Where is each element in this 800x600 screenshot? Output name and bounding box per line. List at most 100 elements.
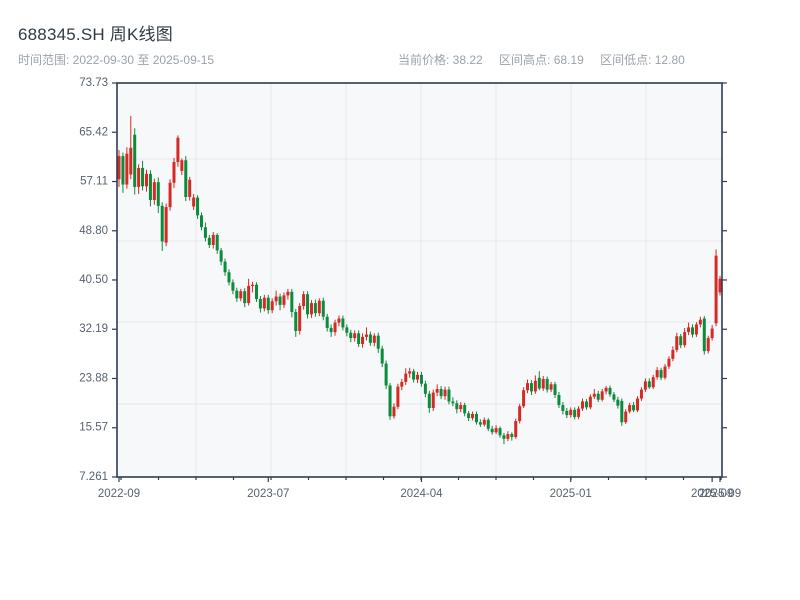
candle	[184, 156, 188, 202]
candle-body	[569, 409, 573, 416]
candle-body	[647, 381, 651, 388]
candle-body	[384, 363, 388, 386]
candle-body	[518, 406, 522, 422]
candle-body	[361, 336, 365, 344]
x-tick-label: 2023-07	[247, 488, 289, 500]
candle-body	[329, 327, 333, 333]
candle-body	[325, 316, 329, 328]
candle-body	[419, 374, 423, 384]
candle-body	[254, 284, 258, 299]
candle-body	[148, 173, 152, 200]
y-tick-label: 57.11	[80, 176, 108, 188]
candle-body	[380, 348, 384, 364]
candle-body	[600, 391, 604, 400]
candle-body	[667, 358, 671, 367]
candle-body	[160, 205, 164, 242]
candle-body	[604, 387, 608, 392]
candle-body	[302, 294, 306, 307]
candle-body	[702, 318, 706, 352]
candle-body	[309, 303, 313, 315]
candle-body	[675, 336, 679, 350]
candle-body	[243, 291, 247, 304]
candle-body	[655, 370, 659, 378]
candle-body	[137, 167, 141, 187]
y-tick-label: 7.261	[79, 471, 108, 483]
candle-body	[294, 311, 298, 331]
candle-body	[439, 389, 443, 397]
candle	[431, 389, 435, 411]
candle	[702, 316, 706, 355]
candle-body	[537, 377, 541, 389]
candle-body	[313, 303, 317, 314]
candle-body	[129, 147, 133, 175]
candle-body	[494, 428, 498, 433]
candle-body	[235, 290, 239, 299]
candle-body	[231, 282, 235, 291]
candle-body	[498, 428, 502, 436]
candle-body	[671, 349, 675, 359]
candle-body	[447, 389, 451, 402]
candle-body	[317, 300, 321, 314]
candle-body	[451, 401, 455, 404]
candle-body	[632, 405, 636, 411]
candle	[522, 387, 526, 409]
candle-body	[223, 261, 227, 273]
candle-body	[215, 234, 219, 251]
kline-candlestick-chart: 73.73 65.42 57.11 48.80 40.50 32.19 23.88 15.57…	[79, 77, 741, 500]
candle-body	[718, 278, 722, 293]
candle-body	[581, 401, 585, 409]
candle-body	[357, 333, 361, 344]
candle-body	[573, 409, 577, 417]
candle	[384, 360, 388, 390]
candle-body	[164, 207, 168, 243]
candle-body	[400, 381, 404, 387]
candle-body	[192, 197, 196, 207]
candle	[164, 203, 168, 247]
candle-body	[435, 389, 439, 393]
candle	[396, 383, 400, 410]
candle-body	[144, 173, 148, 187]
candle-body	[321, 300, 325, 317]
candle-body	[376, 335, 380, 349]
candle-body	[467, 413, 471, 419]
candle-body	[337, 318, 341, 323]
candle-body	[211, 234, 215, 246]
candle-body	[463, 405, 467, 414]
y-tick-label: 73.73	[79, 77, 108, 89]
y-tick-label: 48.80	[79, 225, 108, 237]
candle-body	[184, 160, 188, 197]
candle	[298, 303, 302, 335]
candle-body	[557, 394, 561, 406]
candle-body	[278, 296, 282, 305]
candle-body	[431, 392, 435, 409]
candle-body	[251, 284, 255, 287]
candle-body	[388, 385, 392, 417]
candle-body	[262, 297, 266, 309]
y-tick-label: 23.88	[79, 372, 108, 384]
candle-body	[659, 370, 663, 378]
candle-body	[639, 389, 643, 399]
candle-body	[459, 405, 463, 410]
x-tick-label: 2024-04	[400, 488, 443, 500]
candle-body	[121, 156, 125, 185]
candle-body	[482, 419, 486, 425]
candle	[133, 128, 137, 195]
candle-body	[203, 227, 207, 238]
y-tick-label: 32.19	[79, 323, 108, 335]
candle-body	[691, 327, 695, 335]
candle-body	[612, 394, 616, 400]
candle-body	[710, 328, 714, 339]
candle-body	[455, 403, 459, 410]
x-axis-labels: 2022-09 2023-07 2024-04 2025-01 2025-092025-…	[98, 488, 741, 500]
candle-body	[368, 334, 372, 343]
candle-body	[364, 334, 368, 337]
candle-body	[706, 338, 710, 352]
candle-body	[282, 295, 286, 305]
candle	[388, 383, 392, 420]
candle-body	[416, 374, 420, 380]
candle-body	[514, 421, 518, 438]
candle-body	[172, 162, 176, 183]
candle-body	[349, 332, 353, 339]
candle-body	[636, 398, 640, 411]
candle	[196, 195, 200, 219]
